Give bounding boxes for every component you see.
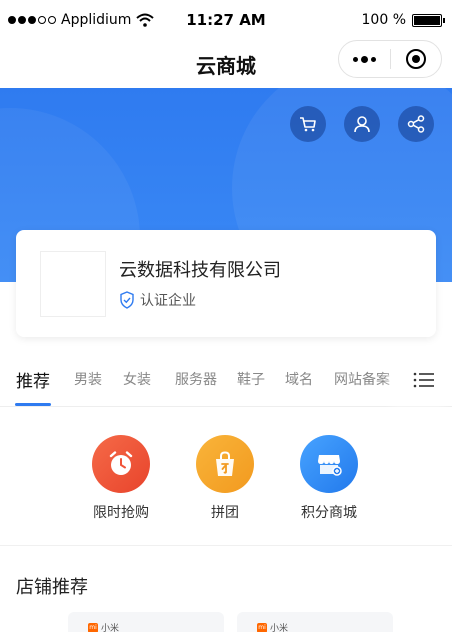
shield-check-icon	[120, 291, 134, 309]
share-button[interactable]	[398, 106, 434, 142]
close-mini-program-button[interactable]	[390, 49, 441, 69]
battery-percent: 100 %	[361, 12, 406, 28]
status-bar: Applidium 11:27 AM 100 %	[0, 0, 452, 40]
tab-womenswear[interactable]: 女装	[123, 369, 151, 389]
battery-icon	[412, 13, 445, 27]
flash-sale-entry[interactable]: 限时抢购	[81, 435, 161, 522]
points-mall-icon-circle	[300, 435, 358, 493]
store-brand: mi 小米	[257, 621, 288, 632]
cart-button[interactable]	[290, 106, 326, 142]
points-mall-entry[interactable]: 积分商城	[289, 435, 369, 522]
category-menu-button[interactable]	[396, 355, 452, 405]
verified-label: 认证企业	[140, 293, 196, 309]
flash-sale-label: 限时抢购	[93, 505, 149, 521]
cart-icon	[300, 117, 316, 132]
tab-recommended[interactable]: 推荐	[16, 367, 50, 392]
store-recommend-title: 店铺推荐	[16, 577, 88, 598]
tab-servers[interactable]: 服务器	[175, 369, 217, 389]
company-name: 云数据科技有限公司	[119, 260, 281, 281]
store-card[interactable]: mi 小米	[68, 612, 224, 632]
group-buy-entry[interactable]: 拼团	[185, 435, 265, 522]
company-logo	[40, 251, 106, 317]
tab-shoes[interactable]: 鞋子	[237, 369, 265, 389]
company-card[interactable]: 云数据科技有限公司 认证企业	[16, 230, 436, 337]
mi-logo-icon: mi	[257, 622, 267, 632]
category-tabs: 推荐 男装 女装 服务器 鞋子 域名 网站备案	[0, 355, 452, 407]
user-button[interactable]	[344, 106, 380, 142]
verified-badge: 认证企业	[119, 290, 196, 310]
store-brand-name: 小米	[270, 624, 289, 632]
alarm-clock-icon	[109, 451, 133, 475]
store-brand-name: 小米	[101, 624, 120, 632]
share-icon	[407, 115, 425, 133]
store-icon	[318, 455, 342, 476]
mini-program-capsule	[338, 40, 442, 78]
points-mall-label: 积分商城	[301, 505, 357, 521]
user-icon	[354, 116, 370, 133]
more-options-button[interactable]	[339, 55, 390, 63]
active-tab-indicator	[15, 403, 51, 406]
store-brand: mi 小米	[88, 621, 119, 632]
tab-domains[interactable]: 域名	[285, 369, 313, 389]
nav-bar: 云商城	[0, 40, 452, 88]
shopping-bag-icon	[216, 451, 234, 476]
group-buy-icon-circle	[196, 435, 254, 493]
tab-website-filing[interactable]: 网站备案	[334, 369, 390, 389]
group-buy-label: 拼团	[211, 505, 239, 521]
store-card[interactable]: mi 小米	[237, 612, 393, 632]
mi-logo-icon: mi	[88, 622, 98, 632]
tab-menswear[interactable]: 男装	[74, 369, 102, 389]
quick-entries: 限时抢购 拼团 积分商城	[0, 408, 452, 546]
flash-sale-icon-circle	[92, 435, 150, 493]
page-title: 云商城	[196, 53, 256, 78]
list-icon	[413, 372, 434, 388]
target-icon	[405, 49, 426, 69]
status-right: 100 %	[361, 12, 445, 28]
